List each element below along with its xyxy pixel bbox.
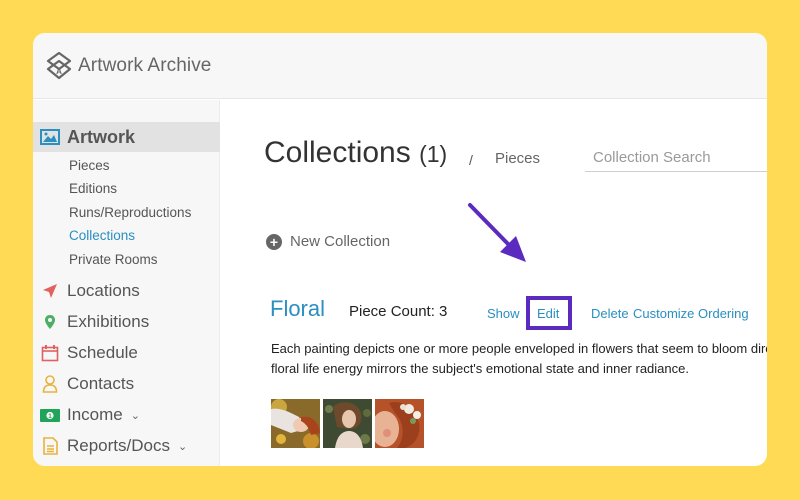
sidebar-item-label: Contacts bbox=[67, 374, 135, 393]
user-icon bbox=[40, 374, 60, 394]
sidebar: Artwork Pieces Editions Runs/Reproductio… bbox=[33, 100, 220, 466]
breadcrumb-pieces-link[interactable]: Pieces bbox=[495, 150, 540, 167]
collection-description: Each painting depicts one or more people… bbox=[271, 339, 767, 379]
sidebar-item-reports-docs[interactable]: Reports/Docs ⌄ bbox=[33, 431, 220, 461]
sidebar-item-label: Artwork bbox=[67, 126, 136, 147]
piece-count: Piece Count: 3 bbox=[349, 303, 448, 320]
sidebar-sub-pieces[interactable]: Pieces bbox=[69, 158, 110, 173]
page-title: Collections (1) bbox=[264, 136, 447, 170]
artwork-thumbnail[interactable] bbox=[323, 399, 372, 448]
customize-ordering-link[interactable]: Customize Ordering bbox=[633, 306, 749, 321]
sidebar-item-locations[interactable]: Locations bbox=[33, 276, 220, 306]
svg-text:A: A bbox=[56, 67, 62, 76]
sidebar-item-label: Exhibitions bbox=[67, 312, 150, 331]
sidebar-item-contacts[interactable]: Contacts bbox=[33, 369, 220, 399]
delete-link[interactable]: Delete bbox=[591, 306, 629, 321]
sidebar-sub-editions[interactable]: Editions bbox=[69, 181, 117, 196]
plus-circle-icon: + bbox=[266, 233, 282, 250]
image-icon bbox=[40, 127, 60, 147]
main-content: Collections (1) / Pieces + New Collectio… bbox=[221, 100, 767, 466]
sidebar-item-exhibitions[interactable]: Exhibitions bbox=[33, 307, 220, 337]
collection-search-input[interactable] bbox=[585, 144, 767, 172]
sidebar-item-label: Locations bbox=[67, 281, 140, 300]
chevron-down-icon[interactable]: ⌄ bbox=[131, 409, 140, 422]
artwork-thumbnail[interactable] bbox=[271, 399, 320, 448]
sidebar-item-label: Income bbox=[67, 405, 123, 424]
collection-count: (1) bbox=[419, 141, 448, 167]
sidebar-item-artwork[interactable]: Artwork bbox=[33, 122, 220, 152]
breadcrumb-separator: / bbox=[469, 152, 473, 168]
sidebar-sub-private-rooms[interactable]: Private Rooms bbox=[69, 252, 158, 267]
app-window: A Artwork Archive Artwork Pieces Edition… bbox=[33, 33, 767, 466]
document-icon bbox=[40, 436, 60, 456]
page-title-text: Collections bbox=[264, 136, 411, 169]
calendar-icon bbox=[40, 343, 60, 363]
description-line: floral life energy mirrors the subject's… bbox=[271, 361, 689, 376]
sidebar-item-income[interactable]: 1 Income ⌄ bbox=[33, 400, 220, 430]
sidebar-item-schedule[interactable]: Schedule bbox=[33, 338, 220, 368]
location-arrow-icon bbox=[40, 281, 60, 301]
collection-name-link[interactable]: Floral bbox=[270, 296, 325, 322]
chevron-down-icon[interactable]: ⌄ bbox=[178, 440, 187, 453]
brand-name[interactable]: Artwork Archive bbox=[78, 55, 211, 77]
new-collection-label: New Collection bbox=[290, 233, 391, 250]
artwork-thumbnail[interactable] bbox=[375, 399, 424, 448]
edit-highlight-box bbox=[526, 296, 572, 330]
show-link[interactable]: Show bbox=[487, 306, 520, 321]
sidebar-sub-collections[interactable]: Collections bbox=[69, 228, 135, 243]
sidebar-item-label: Schedule bbox=[67, 343, 138, 362]
sidebar-sub-runs-reproductions[interactable]: Runs/Reproductions bbox=[69, 205, 191, 220]
artwork-archive-logo-icon[interactable]: A bbox=[46, 51, 72, 81]
new-collection-button[interactable]: + New Collection bbox=[266, 233, 390, 250]
map-pin-icon bbox=[40, 312, 60, 332]
thumbnail-strip bbox=[271, 399, 424, 448]
top-bar: A Artwork Archive bbox=[33, 33, 767, 99]
money-icon: 1 bbox=[40, 405, 60, 425]
description-line: Each painting depicts one or more people… bbox=[271, 341, 767, 356]
sidebar-item-label: Reports/Docs bbox=[67, 436, 170, 455]
